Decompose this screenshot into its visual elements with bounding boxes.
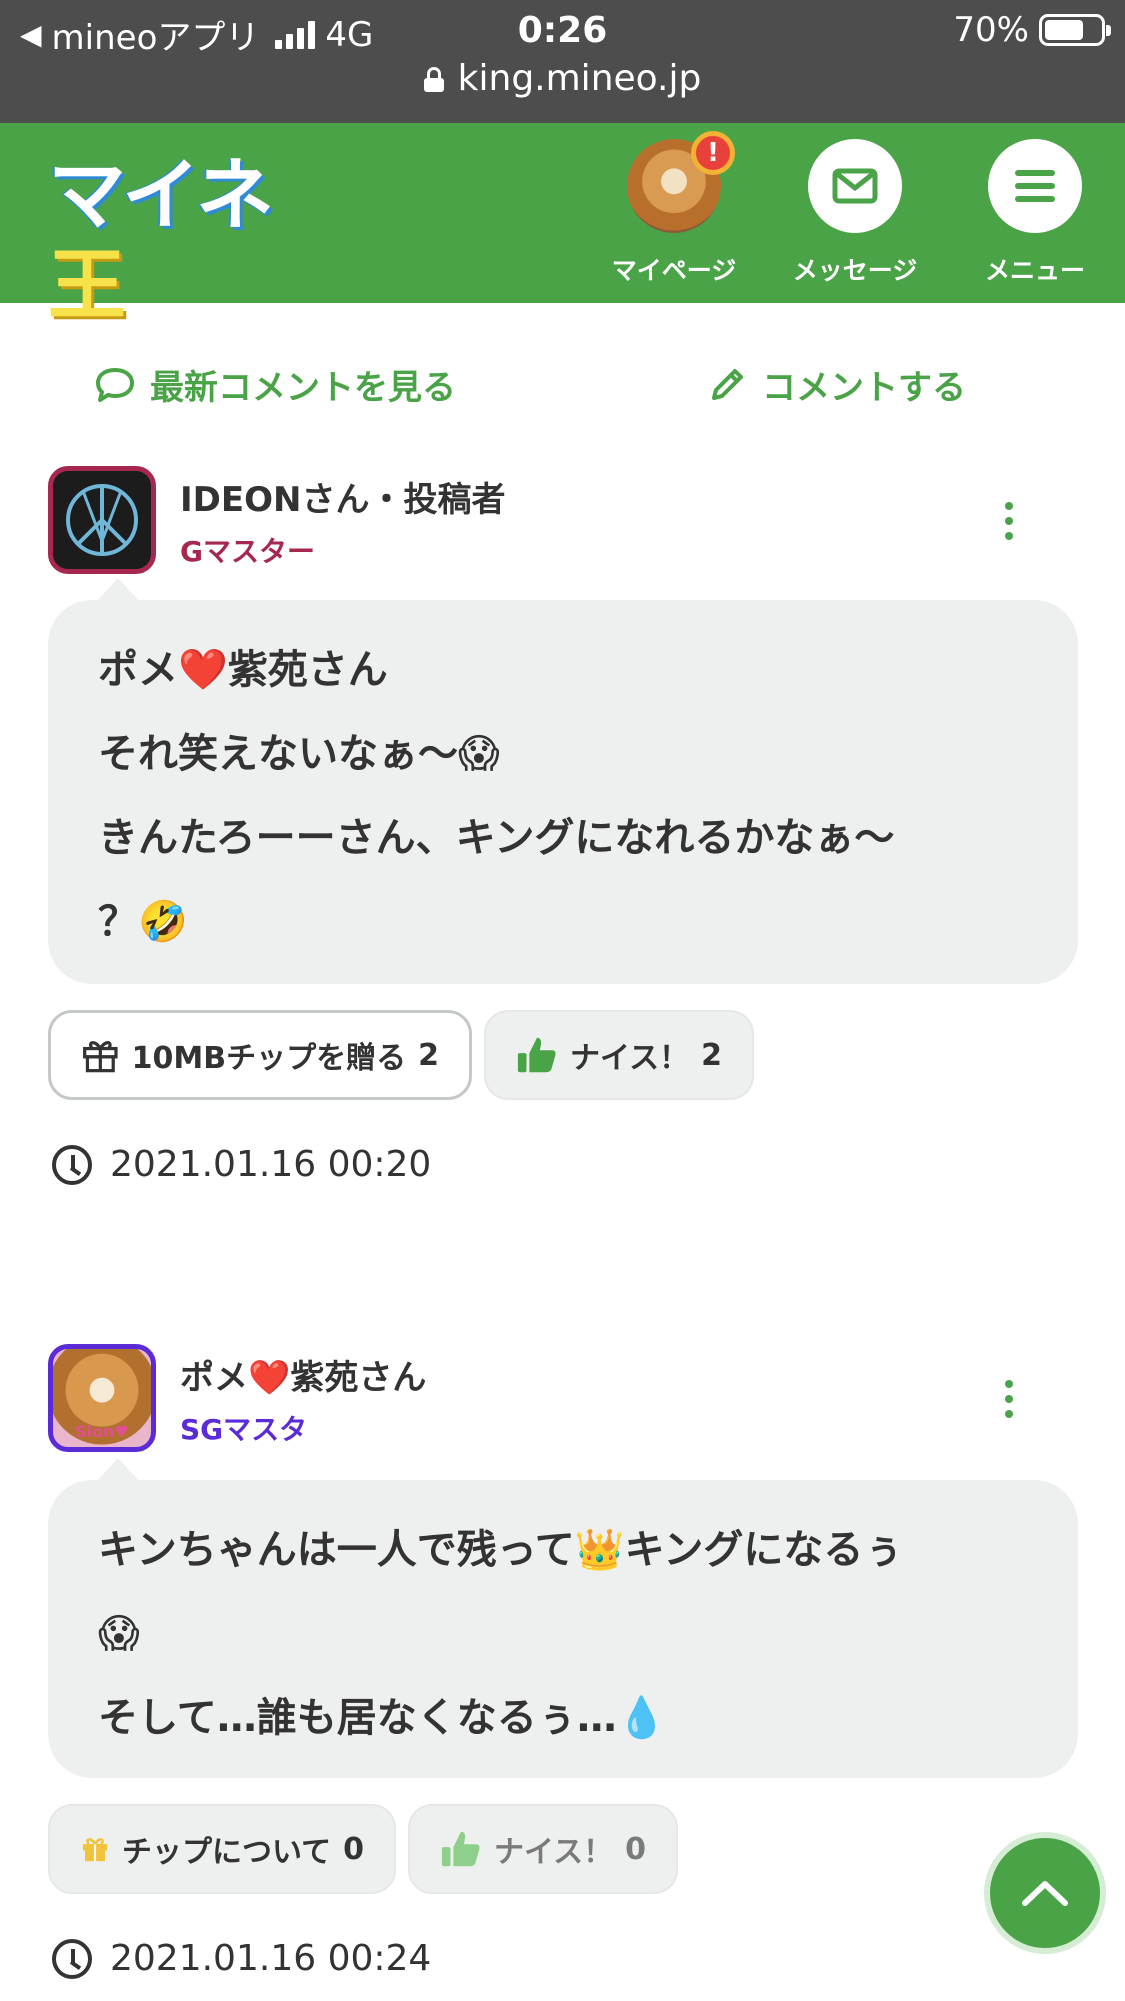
pencil-icon — [712, 368, 743, 400]
comment-line: 😱 — [98, 1611, 140, 1657]
nice-button-label: ナイス！ — [494, 1835, 614, 1870]
peace-symbol-icon — [66, 484, 138, 556]
timestamp-text: 2021.01.16 00:24 — [110, 1938, 432, 1979]
comment-actions: 最新コメントを見る コメントする — [0, 360, 1125, 420]
tip-info-label: チップについて — [122, 1835, 332, 1870]
envelope-icon — [808, 139, 902, 233]
gift-icon — [82, 1838, 108, 1862]
speech-bubble-icon — [96, 367, 134, 402]
latest-comments-label: 最新コメントを見る — [150, 368, 456, 408]
nice-button-label: ナイス！ — [570, 1041, 690, 1076]
status-bar: ◀ mineoアプリ 4G 0:26 70% king.mineo.jp — [0, 0, 1125, 123]
heart-emoji: ❤️ — [248, 1358, 291, 1398]
nice-count: 2 — [701, 1037, 722, 1073]
clock-icon — [52, 1144, 92, 1185]
latest-comments-link[interactable]: 最新コメントを見る — [94, 360, 456, 409]
comment-timestamp: 2021.01.16 00:20 — [52, 1144, 431, 1185]
clock-icon — [52, 1938, 92, 1979]
commenter-name[interactable]: ポメ❤️紫苑さん — [180, 1350, 426, 1399]
nav-menu[interactable]: メニュー — [965, 139, 1105, 287]
nav-mypage[interactable]: ! マイページ — [604, 131, 744, 287]
commenter-avatar[interactable]: Sion♥ — [48, 1344, 156, 1452]
nav-message[interactable]: メッセージ — [785, 139, 925, 287]
nice-button[interactable]: ナイス！ 2 — [484, 1010, 754, 1100]
write-comment-link[interactable]: コメントする — [706, 360, 966, 409]
write-comment-label: コメントする — [762, 368, 966, 408]
url-text: king.mineo.jp — [457, 58, 702, 99]
comment-line: そして…誰も居なくなるぅ…💧 — [98, 1695, 667, 1741]
nav-mypage-label: マイページ — [611, 256, 737, 285]
comment-body: ポメ❤️紫苑さん それ笑えないなぁ〜😱 きんたろーーさん、キングになれるかなぁ〜… — [48, 578, 1078, 984]
tip-button[interactable]: 10MBチップを贈る 2 — [48, 1010, 472, 1100]
comment-body: キンちゃんは一人で残って👑キングになるぅ 😱 そして…誰も居なくなるぅ…💧 — [48, 1458, 1078, 1778]
scroll-to-top-button[interactable] — [990, 1838, 1100, 1948]
site-header: マイネ王 ベータ版 ! マイページ メッセージ メニュー — [0, 123, 1125, 356]
nav-message-label: メッセージ — [792, 256, 918, 285]
timestamp-text: 2021.01.16 00:20 — [110, 1144, 432, 1185]
chevron-up-icon — [1022, 1881, 1068, 1906]
avatar-caption: Sion♥ — [75, 1422, 129, 1441]
heart-emoji: ❤️ — [178, 647, 228, 693]
nice-count: 0 — [625, 1831, 646, 1867]
comment-line: きんたろーーさん、キングになれるかなぁ〜 — [98, 815, 895, 861]
more-options-icon[interactable] — [1000, 502, 1018, 540]
tip-count: 0 — [343, 1831, 364, 1867]
comment-timestamp: 2021.01.16 00:24 — [52, 1938, 431, 1979]
commenter-rank: SGマスタ — [180, 1413, 308, 1446]
avatar: ! — [627, 131, 735, 233]
tip-button-label: 10MBチップを贈る — [131, 1041, 407, 1076]
tip-info-button[interactable]: チップについて 0 — [48, 1804, 396, 1894]
battery-percent: 70% — [953, 10, 1029, 50]
thumbs-up-icon — [441, 1831, 480, 1867]
site-logo[interactable]: マイネ王 ベータ版 — [48, 151, 308, 357]
comment-line: それ笑えないなぁ〜😱 — [98, 731, 500, 777]
logo-text: マイネ王 — [48, 151, 274, 331]
lock-icon — [423, 66, 444, 92]
nice-button[interactable]: ナイス！ 0 — [408, 1804, 678, 1894]
comment-line: ポメ❤️紫苑さん — [98, 647, 388, 693]
battery-icon — [1039, 14, 1111, 46]
gift-icon — [83, 1041, 118, 1073]
commenter-avatar[interactable] — [48, 466, 156, 574]
address-bar[interactable]: king.mineo.jp — [0, 58, 1125, 99]
hamburger-icon — [988, 139, 1082, 233]
commenter-rank: Gマスター — [180, 535, 315, 568]
tip-count: 2 — [418, 1037, 439, 1073]
more-options-icon[interactable] — [1000, 1380, 1018, 1418]
comment-line: ？🤣 — [98, 899, 188, 945]
commenter-name[interactable]: IDEONさん・投稿者 — [180, 472, 505, 521]
comment-line: キンちゃんは一人で残って👑キングになるぅ — [98, 1527, 904, 1573]
nav-menu-label: メニュー — [984, 256, 1085, 285]
alert-badge: ! — [691, 131, 735, 175]
thumbs-up-icon — [517, 1037, 556, 1073]
battery-status: 70% — [953, 10, 1111, 50]
